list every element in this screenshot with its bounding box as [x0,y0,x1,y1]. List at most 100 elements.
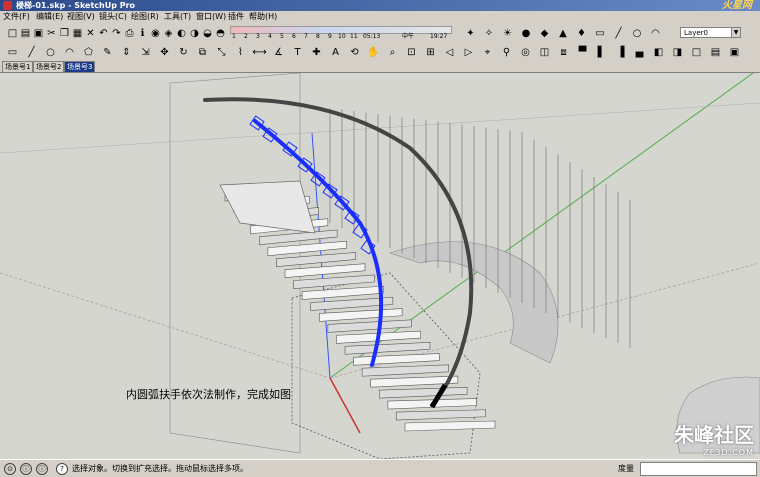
rotate-icon[interactable]: ⟷ [251,44,268,61]
look-around-icon[interactable]: ▌ [593,44,610,61]
sandbox-icon[interactable]: ✦ [462,25,479,42]
app-icon [3,1,12,10]
position-camera-icon[interactable]: ⧈ [555,44,572,61]
status-text: 选择对象。切换到扩充选择。拖动鼠标选择多项。 [72,464,248,473]
measurements-label: 度量 [618,464,634,473]
dimension-icon[interactable]: A [327,44,344,61]
menu-plugins[interactable]: 插件 [228,11,244,23]
layer-select[interactable]: Layer0 [680,27,732,38]
move-icon[interactable]: ⌇ [232,44,249,61]
photo-icon[interactable]: ✧ [481,25,498,42]
iso-icon[interactable]: ▄ [631,44,648,61]
paint-icon[interactable]: ○ [42,44,59,61]
zoom-extents-icon[interactable]: ⚲ [498,44,515,61]
shadow-noon: 中午 [402,33,415,40]
stair-landing [219,180,316,234]
front-icon[interactable]: ◨ [669,44,686,61]
stair-step [396,409,487,421]
next-icon[interactable]: ◫ [536,44,553,61]
tab-scene-3[interactable]: 场景号3 [64,61,96,72]
red-axis [329,377,361,434]
stair-step [344,342,431,355]
stair-step [276,252,357,268]
shadow-time-bar[interactable]: 1 2 3 4 5 6 7 8 9 10 11 05:13 中午 19:27 [230,24,452,41]
tag-icon[interactable]: ◆ [536,25,553,42]
drawing-viewport[interactable]: 内圆弧扶手依次法制作，完成如图 朱峰社区 ZF3D.COM [0,73,760,459]
stair-step [353,353,440,366]
tab-scene-2[interactable]: 场景号2 [33,61,65,72]
brand-logo: 火星网 [722,0,752,11]
menu-view[interactable]: 视图(V) [67,11,95,23]
3d-text-icon[interactable]: ⊡ [403,44,420,61]
push-pull-icon[interactable]: ⧉ [194,44,211,61]
user-icon[interactable]: ⓘ [36,463,48,475]
menu-file[interactable]: 文件(F) [3,11,30,23]
watermark-main: 朱峰社区 [674,423,754,447]
tab-scene-1[interactable]: 场景号1 [2,61,34,72]
section-icon[interactable]: ▐ [612,44,629,61]
sun-icon[interactable]: ▭ [592,25,609,42]
staircase-model [0,73,760,459]
ruby-icon[interactable]: ☀ [499,25,516,42]
axes-icon[interactable]: ⌕ [384,44,401,61]
shadow-hour-ticks: 1 2 3 4 5 6 7 8 9 10 11 05:13 中午 19:27 [232,33,448,40]
right-icon[interactable]: □ [688,44,705,61]
eraser-icon[interactable]: ◠ [61,44,78,61]
sphere-icon[interactable]: ▲ [555,25,572,42]
stair-step [318,308,403,322]
freehand-icon[interactable]: ↻ [175,44,192,61]
stair-step [361,364,449,377]
rectangle-icon[interactable]: ⬠ [80,44,97,61]
zoom-icon[interactable]: ▷ [460,44,477,61]
red-axis-dashed-2 [0,272,331,379]
text-icon[interactable]: ✋ [365,44,382,61]
offset-icon[interactable]: ∡ [270,44,287,61]
follow-me-icon[interactable]: ⤡ [213,44,230,61]
credits-icon[interactable]: ⓘ [20,463,32,475]
measurements-input[interactable] [640,462,757,476]
menu-tools[interactable]: 工具(T) [164,11,191,23]
fog-icon[interactable]: ◓ [212,25,229,42]
circle-icon[interactable]: ⇕ [118,44,135,61]
left-icon[interactable]: ▣ [726,44,743,61]
tape-icon[interactable]: ✚ [308,44,325,61]
layer-current: Layer0 [684,29,708,37]
shadow-end-time: 19:27 [430,33,448,40]
geo-location-icon[interactable]: ⊙ [4,463,16,475]
component-icon[interactable]: ╱ [23,44,40,61]
top-icon[interactable]: ◧ [650,44,667,61]
status-bar: ⊙ ⓘ ⓘ ? 选择对象。切换到扩充选择。拖动鼠标选择多项。 度量 [0,459,760,477]
stair-step [258,229,338,246]
menu-window[interactable]: 窗口(W) [196,11,226,23]
menu-bar: 文件(F) 编辑(E) 视图(V) 镜头(C) 绘图(R) 工具(T) 窗口(W… [0,11,760,23]
zoom-window-icon[interactable]: ⌖ [479,44,496,61]
back-icon[interactable]: ▤ [707,44,724,61]
arc-icon[interactable]: ⇲ [137,44,154,61]
watermark: 朱峰社区 ZF3D.COM [674,419,754,457]
line-icon[interactable]: ✎ [99,44,116,61]
scale-icon[interactable]: T [289,44,306,61]
help-icon[interactable]: ? [56,463,68,475]
shadow-time: 05:13 [363,33,381,40]
stair-step [404,420,496,432]
menu-edit[interactable]: 编辑(E) [36,11,63,23]
menu-camera[interactable]: 镜头(C) [99,11,127,23]
scene-tabs: 场景号1 场景号2 场景号3 [0,60,760,73]
layer-dropdown-arrow[interactable]: ▼ [731,27,741,38]
menu-help[interactable]: 帮助(H) [249,11,277,23]
report-icon[interactable]: ● [518,25,535,42]
pan-icon[interactable]: ◁ [441,44,458,61]
orbit-icon[interactable]: ⊞ [422,44,439,61]
title-bar: 楼梯-01.skp - SketchUp Pro 火星网 [0,0,760,11]
walk-icon[interactable]: ▀ [574,44,591,61]
house-icon[interactable]: ◠ [647,25,664,42]
previous-icon[interactable]: ◎ [517,44,534,61]
star-icon[interactable]: ♦ [573,25,590,42]
polygon-icon[interactable]: ✥ [156,44,173,61]
menu-draw[interactable]: 绘图(R) [131,11,159,23]
select-icon[interactable]: ▭ [4,44,21,61]
stair-step [327,319,412,333]
protractor-icon[interactable]: ⟲ [346,44,363,61]
layer-icon[interactable]: ○ [629,25,646,42]
sphere-icon-2[interactable]: ╱ [610,25,627,42]
